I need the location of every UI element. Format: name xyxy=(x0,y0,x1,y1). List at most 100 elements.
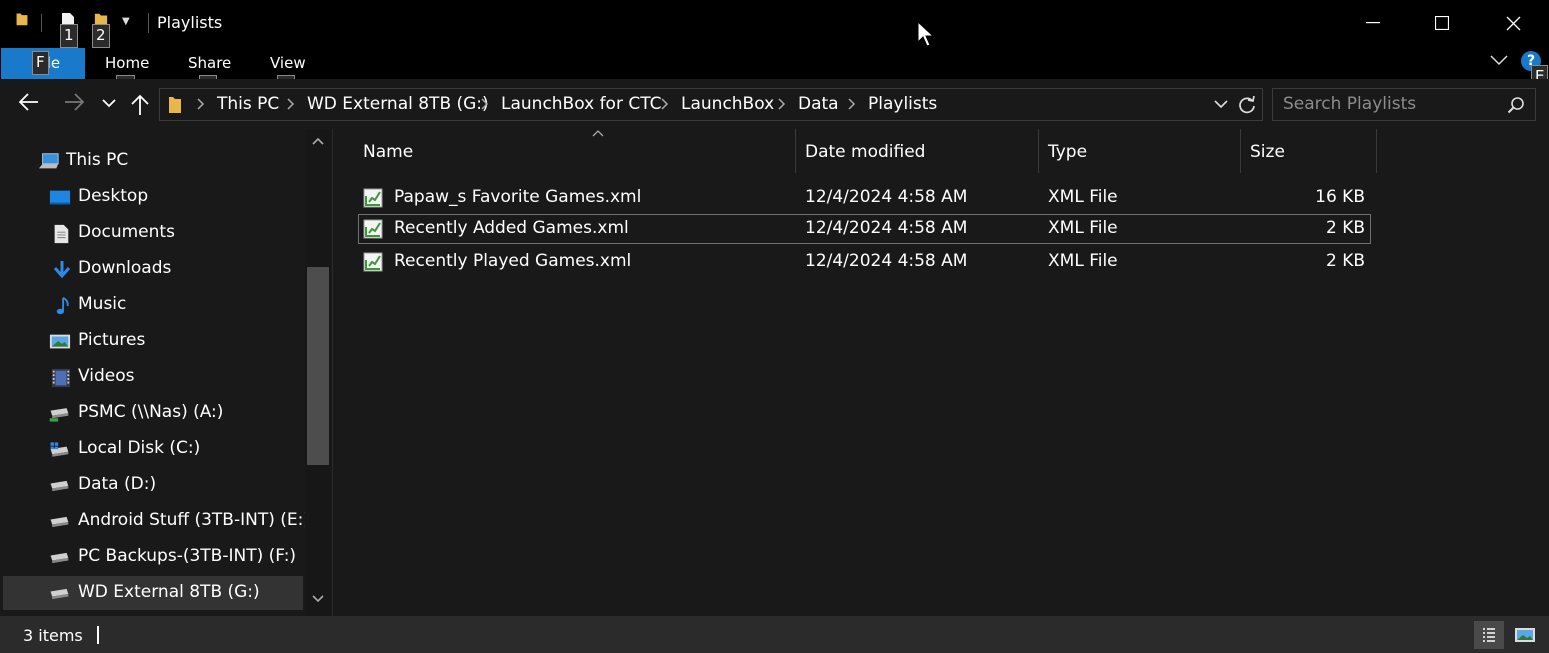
keytip-file: F xyxy=(32,51,49,75)
details-view-button[interactable] xyxy=(1474,621,1504,649)
sidebar-item-documents[interactable]: Documents xyxy=(3,216,303,250)
sidebar-item-pictures[interactable]: Pictures xyxy=(3,324,303,358)
chevron-right-icon[interactable] xyxy=(287,98,295,110)
tab-home[interactable]: Home xyxy=(105,54,149,72)
refresh-icon[interactable] xyxy=(1238,95,1256,115)
file-name: Papaw_s Favorite Games.xml xyxy=(394,187,642,207)
scroll-down-icon[interactable] xyxy=(312,595,324,603)
file-date: 12/4/2024 4:58 AM xyxy=(805,218,968,238)
column-header-label: Type xyxy=(1048,142,1088,162)
file-list: Name Date modified Type Size Papaw_s Fav… xyxy=(333,129,1549,616)
sidebar-item-music[interactable]: Music xyxy=(3,288,303,322)
recent-locations-icon[interactable] xyxy=(102,98,116,108)
breadcrumb-launchbox-for-ctc[interactable]: LaunchBox for CTC xyxy=(501,94,661,114)
sidebar-item-android-stuff[interactable]: Android Stuff (3TB-INT) (E:) xyxy=(3,504,310,538)
sidebar-item-label: Desktop xyxy=(78,186,149,206)
folder-icon[interactable] xyxy=(14,12,30,26)
expand-ribbon-icon[interactable] xyxy=(1490,54,1508,66)
drive-icon xyxy=(50,552,69,564)
navigation-bar: This PC WD External 8TB (G:) LaunchBox f… xyxy=(0,79,1549,129)
pictures-icon xyxy=(49,334,71,349)
sidebar-item-local-disk[interactable]: Local Disk (C:) xyxy=(3,432,303,466)
file-size: 16 KB xyxy=(1315,187,1365,207)
address-bar[interactable]: This PC WD External 8TB (G:) LaunchBox f… xyxy=(159,88,1263,121)
status-bar: 3 items xyxy=(0,616,1549,653)
column-header-type[interactable]: Type xyxy=(1039,129,1240,173)
table-row[interactable]: Recently Added Games.xml 12/4/2024 4:58 … xyxy=(358,214,1371,244)
folder-icon xyxy=(169,97,181,113)
search-icon[interactable] xyxy=(1507,96,1525,114)
navigation-pane-scrollbar[interactable] xyxy=(305,129,331,616)
chevron-right-icon[interactable] xyxy=(661,98,669,110)
drive-icon xyxy=(50,480,69,492)
sidebar-item-label: This PC xyxy=(66,150,129,170)
scroll-up-icon[interactable] xyxy=(312,137,324,145)
sidebar-item-label: Downloads xyxy=(78,258,172,278)
sidebar-item-label: PSMC (\\Nas) (A:) xyxy=(78,402,224,422)
search-input[interactable] xyxy=(1283,94,1493,114)
tab-view[interactable]: View xyxy=(270,54,306,72)
chevron-right-icon[interactable] xyxy=(197,98,205,110)
sidebar-item-desktop[interactable]: Desktop xyxy=(3,180,303,214)
breadcrumb-drive[interactable]: WD External 8TB (G:) xyxy=(307,94,489,114)
back-arrow-icon[interactable] xyxy=(19,93,39,111)
maximize-button[interactable] xyxy=(1407,0,1477,46)
breadcrumb-this-pc[interactable]: This PC xyxy=(217,94,279,114)
status-separator xyxy=(97,626,99,644)
downloads-icon xyxy=(53,261,71,279)
close-icon xyxy=(1506,16,1520,30)
sidebar-item-label: Documents xyxy=(78,222,175,242)
search-box[interactable] xyxy=(1272,88,1536,121)
title-bar: ▼ Playlists 1 2 xyxy=(0,0,1549,48)
chevron-right-icon[interactable] xyxy=(481,98,489,110)
tab-share[interactable]: Share xyxy=(188,54,231,72)
xml-file-icon xyxy=(363,252,383,272)
table-row[interactable]: Recently Played Games.xml 12/4/2024 4:58… xyxy=(358,247,1371,277)
sidebar-item-label: Pictures xyxy=(78,330,146,350)
ribbon: File F Home H Share S View V ? E xyxy=(0,48,1549,99)
close-button[interactable] xyxy=(1478,0,1548,46)
music-icon xyxy=(56,297,69,315)
large-icons-view-button[interactable] xyxy=(1510,621,1540,649)
table-row[interactable]: Papaw_s Favorite Games.xml 12/4/2024 4:5… xyxy=(358,183,1371,213)
chevron-right-icon[interactable] xyxy=(848,98,856,110)
breadcrumb-data[interactable]: Data xyxy=(798,94,839,114)
drive-icon xyxy=(50,588,69,600)
item-count: 3 items xyxy=(23,626,83,645)
column-header-name[interactable]: Name xyxy=(358,129,795,173)
network-drive-icon xyxy=(49,408,69,422)
up-arrow-icon[interactable] xyxy=(131,94,149,116)
drive-icon xyxy=(50,516,69,528)
address-history-icon[interactable] xyxy=(1214,99,1228,109)
chevron-right-icon[interactable] xyxy=(778,98,786,110)
minimize-button[interactable] xyxy=(1338,0,1408,46)
sidebar-item-videos[interactable]: Videos xyxy=(3,360,303,394)
breadcrumb-playlists[interactable]: Playlists xyxy=(868,94,937,114)
sidebar-item-label: Data (D:) xyxy=(78,474,157,494)
file-name: Recently Added Games.xml xyxy=(394,218,629,238)
title-separator xyxy=(148,13,149,33)
customize-quick-access-icon[interactable]: ▼ xyxy=(122,16,130,27)
sidebar-item-this-pc[interactable]: This PC xyxy=(3,144,303,178)
sidebar-item-psmc[interactable]: PSMC (\\Nas) (A:) xyxy=(3,396,303,430)
column-header-date[interactable]: Date modified xyxy=(796,129,1038,173)
this-pc-icon xyxy=(38,153,59,169)
file-name: Recently Played Games.xml xyxy=(394,251,632,271)
forward-arrow-icon[interactable] xyxy=(64,93,84,111)
minimize-icon xyxy=(1366,22,1380,24)
sidebar-item-pc-backups[interactable]: PC Backups-(3TB-INT) (F:) xyxy=(3,540,303,574)
documents-icon xyxy=(54,224,69,244)
sidebar-item-downloads[interactable]: Downloads xyxy=(3,252,303,286)
xml-file-icon xyxy=(363,219,383,239)
sidebar-item-label: Videos xyxy=(78,366,135,386)
column-header-size[interactable]: Size xyxy=(1241,129,1376,173)
mouse-cursor-icon xyxy=(917,21,935,47)
xml-file-icon xyxy=(363,188,383,208)
sidebar-item-data-drive[interactable]: Data (D:) xyxy=(3,468,303,502)
maximize-icon xyxy=(1435,16,1449,30)
breadcrumb-launchbox[interactable]: LaunchBox xyxy=(681,94,774,114)
column-divider[interactable] xyxy=(1376,129,1377,173)
scrollbar-thumb[interactable] xyxy=(307,267,329,465)
file-type: XML File xyxy=(1048,251,1118,271)
sidebar-item-wd-external[interactable]: WD External 8TB (G:) xyxy=(3,576,303,610)
